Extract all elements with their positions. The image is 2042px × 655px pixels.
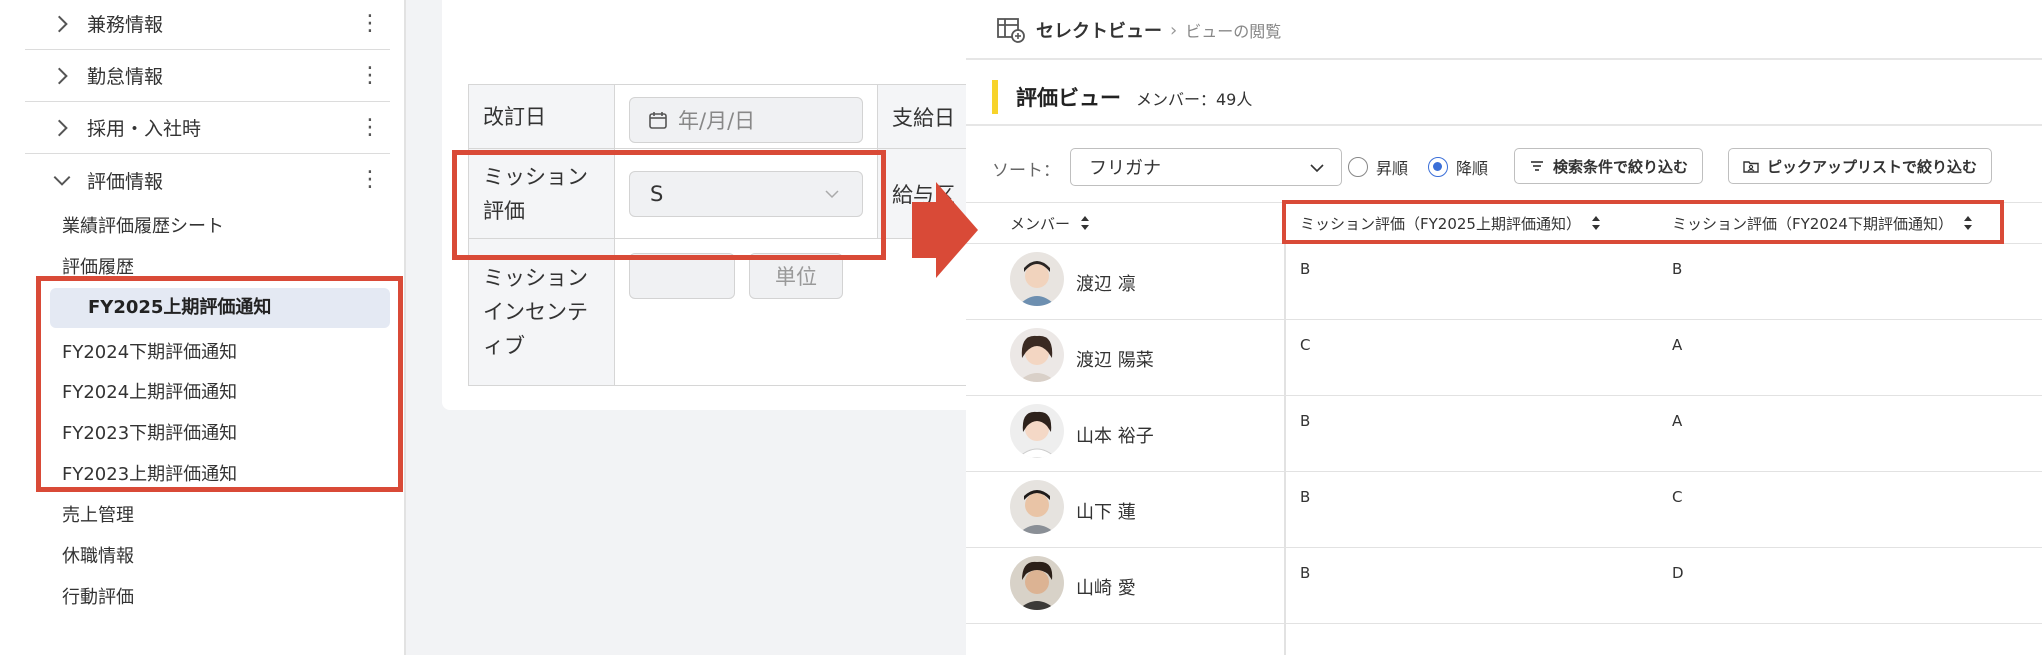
cell-fy2024-h2: C (1672, 488, 1683, 506)
radio-descending-circle[interactable] (1428, 157, 1448, 177)
avatar (1010, 252, 1064, 306)
kebab-menu-icon[interactable]: ⋮ (358, 64, 382, 87)
breadcrumb-current: ビューの閲覧 (1185, 22, 1282, 41)
accordion-label: 評価情報 (87, 170, 164, 193)
kebab-menu-icon[interactable]: ⋮ (358, 12, 382, 35)
sidebar-item-performance-sheet[interactable]: 業績評価履歴シート (62, 212, 224, 238)
cell-fy2024-h2: D (1672, 564, 1684, 582)
sort-label: ソート： (992, 161, 1060, 181)
chevron-down-icon (53, 175, 71, 186)
highlight-box-columns (1282, 200, 2004, 244)
chevron-right-icon (57, 119, 68, 136)
filter-by-pickup-list-button[interactable]: ピックアップリストで絞り込む (1728, 148, 1993, 184)
chevron-down-icon (1310, 164, 1324, 173)
cell-fy2025-h1: B (1300, 488, 1311, 506)
filter-icon (1531, 161, 1543, 171)
table-row[interactable]: 山下 蓮 B C (966, 472, 2042, 548)
cell-fy2024-h2: B (1672, 260, 1683, 278)
accordion-recruitment[interactable]: 採用・入社時 ⋮ (25, 102, 390, 154)
form-row-revision: 改訂日 年/月/日 支給日 (469, 85, 989, 149)
pickup-button-label: ピックアップリストで絞り込む (1767, 157, 1978, 176)
breadcrumb-root[interactable]: セレクトビュー (1036, 17, 1162, 43)
sidebar-item-sales[interactable]: 売上管理 (62, 501, 134, 527)
accordion-label: 勤怠情報 (87, 66, 164, 88)
sort-value: フリガナ (1089, 158, 1161, 179)
avatar (1010, 328, 1064, 382)
chevron-right-icon (57, 15, 68, 32)
table-view-icon (997, 18, 1025, 43)
member-name[interactable]: 山本 裕子 (1076, 422, 1154, 448)
member-count: メンバー：49人 (1136, 90, 1253, 109)
accordion-concurrent-info[interactable]: 兼務情報 ⋮ (25, 0, 390, 50)
highlight-box-sidebar (36, 276, 403, 492)
header-divider (966, 58, 2042, 60)
cell-fy2025-h1: B (1300, 260, 1311, 278)
sidebar-item-leave[interactable]: 休職情報 (62, 542, 134, 568)
table-row[interactable]: 渡辺 凛 B B (966, 244, 2042, 320)
revision-date-label: 改訂日 (469, 85, 615, 148)
cell-fy2025-h1: B (1300, 564, 1311, 582)
column-header-label: メンバー (1010, 214, 1071, 233)
mission-incentive-label: ミッションインセンティブ (469, 239, 615, 385)
radio-ascending-circle[interactable] (1348, 157, 1368, 177)
avatar (1010, 404, 1064, 458)
accordion-attendance-info[interactable]: 勤怠情報 ⋮ (25, 50, 390, 102)
member-name[interactable]: 渡辺 凛 (1076, 270, 1136, 296)
avatar (1010, 480, 1064, 534)
radio-ascending[interactable]: 昇順 (1348, 155, 1408, 179)
sort-select[interactable]: フリガナ (1070, 148, 1342, 186)
member-name[interactable]: 渡辺 陽菜 (1076, 346, 1154, 372)
cell-fy2025-h1: C (1300, 336, 1311, 354)
cell-fy2024-h2: A (1672, 336, 1683, 354)
accordion-label: 採用・入社時 (87, 118, 202, 140)
table-row[interactable]: 渡辺 陽菜 C A (966, 320, 2042, 396)
highlight-box-form (452, 150, 886, 260)
filter-button-label: 検索条件で絞り込む (1553, 157, 1689, 176)
select-view-panel: セレクトビュー › ビューの閲覧 評価ビュー メンバー：49人 ソート： フリガ… (966, 0, 2042, 655)
table-row[interactable]: 山崎 愛 B D (966, 548, 2042, 624)
breadcrumb: セレクトビュー › ビューの閲覧 (996, 16, 1281, 44)
radio-descending-label: 降順 (1456, 159, 1489, 178)
revision-date-input[interactable]: 年/月/日 (629, 97, 863, 143)
cell-fy2024-h2: A (1672, 412, 1683, 430)
arrow-right-icon (912, 182, 978, 278)
page-title: 評価ビュー (1016, 86, 1121, 110)
date-placeholder: 年/月/日 (678, 109, 756, 133)
folder-person-icon (1743, 161, 1759, 173)
title-accent-bar (992, 80, 998, 114)
sort-icon (1081, 216, 1090, 230)
member-name[interactable]: 山下 蓮 (1076, 498, 1136, 524)
breadcrumb-separator: › (1170, 19, 1178, 41)
table-row[interactable]: 山本 裕子 B A (966, 396, 2042, 472)
sidebar-item-behavior[interactable]: 行動評価 (62, 583, 134, 609)
accordion-label: 兼務情報 (87, 14, 164, 36)
radio-ascending-label: 昇順 (1376, 159, 1409, 178)
column-header-member[interactable]: メンバー (1010, 203, 1090, 243)
form-row-incentive: ミッションインセンティブ 単位 (469, 239, 987, 385)
member-name[interactable]: 山崎 愛 (1076, 574, 1136, 600)
avatar (1010, 556, 1064, 610)
calendar-icon (649, 112, 667, 129)
kebab-menu-icon[interactable]: ⋮ (358, 169, 382, 191)
accordion-evaluation-info[interactable]: 評価情報 ⋮ (25, 154, 390, 206)
filter-by-conditions-button[interactable]: 検索条件で絞り込む (1514, 148, 1704, 184)
title-divider (966, 124, 2042, 126)
radio-descending[interactable]: 降順 (1428, 155, 1488, 179)
cell-fy2025-h1: B (1300, 412, 1311, 430)
chevron-right-icon (57, 67, 68, 84)
kebab-menu-icon[interactable]: ⋮ (358, 116, 382, 139)
